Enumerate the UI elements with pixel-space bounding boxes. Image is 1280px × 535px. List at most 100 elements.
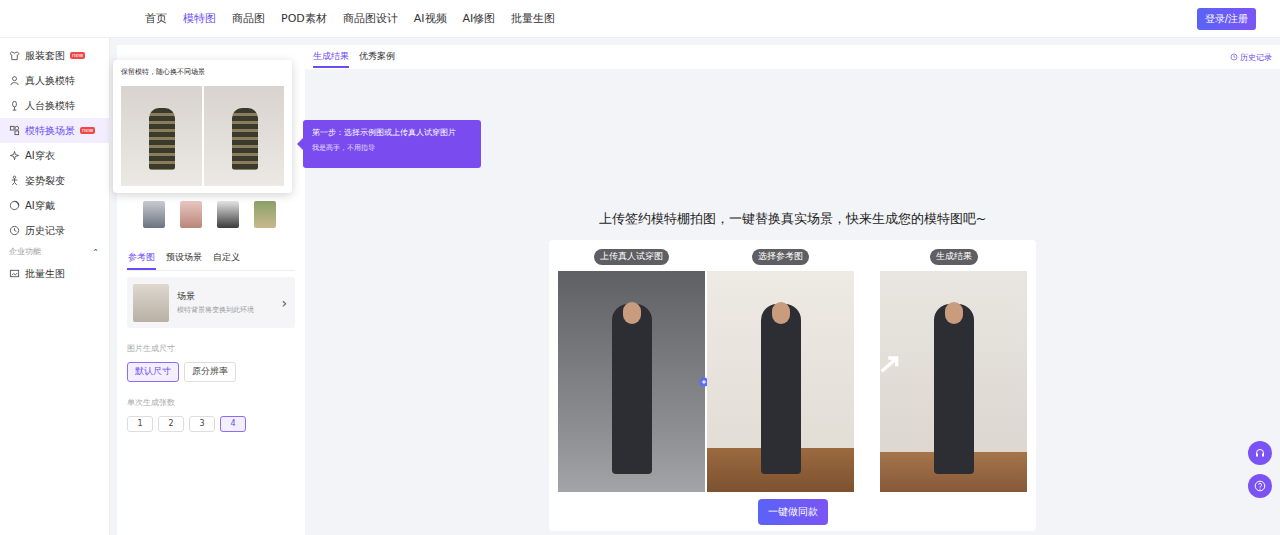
option-button[interactable]: 2 <box>158 416 184 432</box>
sidebar-item[interactable]: 服装套图 new <box>0 43 109 68</box>
example-thumb[interactable] <box>217 201 239 228</box>
option-button[interactable]: 原分辨率 <box>184 362 236 382</box>
demo-card: 上传真人试穿图 选择参考图 生成结果一键做同款 <box>549 240 1036 531</box>
field-label: 单次生成张数 <box>127 398 295 408</box>
result-tab[interactable]: 生成结果 <box>313 47 349 68</box>
option-button[interactable]: 4 <box>220 416 246 432</box>
step-label: 生成结果 <box>930 249 978 265</box>
model-figure <box>612 304 652 474</box>
sidebar-label[interactable]: AI穿戴 <box>25 199 55 213</box>
accessory-icon <box>9 200 20 211</box>
new-badge: new <box>70 52 85 60</box>
sidebar-item[interactable]: 历史记录 <box>0 218 109 243</box>
reference-tab[interactable]: 预设场景 <box>165 249 203 270</box>
guide-title: 保留模特，随心换不同场景 <box>121 67 284 77</box>
main-area: 生成结果优秀案例历史记录上传签约模特棚拍图，一键替换真实场景，快来生成您的模特图… <box>305 45 1280 535</box>
sidebar-label[interactable]: 真人换模特 <box>25 74 75 88</box>
image-icon <box>9 268 20 279</box>
option-button[interactable]: 默认尺寸 <box>127 362 179 382</box>
model-figure <box>934 304 974 474</box>
sidebar-label[interactable]: 人台换模特 <box>25 99 75 113</box>
demo-step: 选择参考图 <box>707 249 854 492</box>
step-label: 上传真人试穿图 <box>594 249 669 265</box>
sidebar-label[interactable]: 历史记录 <box>25 224 65 238</box>
guide-image <box>121 86 202 186</box>
nav-item[interactable]: AI视频 <box>414 8 447 29</box>
nav-item[interactable]: AI修图 <box>463 8 496 29</box>
result-tab[interactable]: 优秀案例 <box>359 47 395 68</box>
history-link[interactable]: 历史记录 <box>1230 52 1272 63</box>
header: 首页模特图商品图 POD素材商品图设计 AI视频 AI修图批量生图 登录/注册 <box>0 0 1280 38</box>
nav-item[interactable]: 批量生图 <box>511 8 555 29</box>
nav-item[interactable]: POD素材 <box>281 8 327 29</box>
demo-photo <box>880 271 1027 492</box>
example-thumb[interactable] <box>143 201 165 228</box>
sidebar-label[interactable]: 服装套图 <box>25 49 65 63</box>
sidebar-item[interactable]: 模特换场景 new <box>0 118 109 143</box>
sidebar-item[interactable]: AI穿衣 <box>0 143 109 168</box>
scene-title: 场景 <box>177 290 273 303</box>
option-button[interactable]: 3 <box>189 416 215 432</box>
help-button[interactable] <box>1248 474 1272 498</box>
sidebar-label[interactable]: 批量生图 <box>25 267 65 281</box>
guide-image <box>204 86 285 186</box>
guide-tooltip: 第一步：选择示例图或上传真人试穿图片我是高手，不用指导 <box>303 120 481 168</box>
scene-text: 场景模特背景将变换到此环境 <box>177 290 273 315</box>
nav-item[interactable]: 商品图设计 <box>343 8 398 29</box>
reference-tab[interactable]: 自定义 <box>212 249 241 270</box>
reference-tab[interactable]: 参考图 <box>127 249 156 270</box>
sidebar-label[interactable]: 姿势裂变 <box>25 174 65 188</box>
sidebar-item[interactable]: 人台换模特 <box>0 93 109 118</box>
demo-photo <box>558 271 705 492</box>
sidebar-label[interactable]: 模特换场景 <box>25 124 75 138</box>
demo-step: 生成结果 <box>880 249 1027 492</box>
sidebar-item[interactable]: 真人换模特 <box>0 68 109 93</box>
headset-icon <box>1254 447 1266 459</box>
collapse-toggle[interactable]: ⌃ <box>92 248 99 257</box>
question-icon <box>1254 480 1266 492</box>
demo-photo <box>707 271 854 492</box>
reference-tabs: 参考图预设场景自定义 <box>127 249 295 271</box>
scene-card[interactable]: 场景模特背景将变换到此环境 › <box>127 277 295 328</box>
sparkle-icon <box>9 150 20 161</box>
step-label: 选择参考图 <box>752 249 809 265</box>
clock-icon <box>9 225 20 236</box>
headline: 上传签约模特棚拍图，一键替换真实场景，快来生成您的模特图吧~ <box>599 210 987 228</box>
scene-desc: 模特背景将变换到此环境 <box>177 306 273 315</box>
model-figure <box>761 304 801 474</box>
size-options: 默认尺寸原分辨率 <box>127 362 295 382</box>
guide-card: 保留模特，随心换不同场景 <box>113 60 292 193</box>
sidebar-item[interactable]: 批量生图 <box>0 261 109 286</box>
mannequin-icon <box>9 100 20 111</box>
new-badge: new <box>80 127 95 135</box>
make-same-button[interactable]: 一键做同款 <box>758 499 828 525</box>
sidebar: 服装套图 new 真人换模特人台换模特模特换场景 new AI穿衣姿势裂变 AI穿戴历史记… <box>0 38 110 535</box>
demo-step: 上传真人试穿图 <box>558 249 705 492</box>
nav-item[interactable]: 首页 <box>145 8 167 29</box>
top-nav: 首页模特图商品图 POD素材商品图设计 AI视频 AI修图批量生图 <box>145 8 1197 29</box>
sidebar-item[interactable]: 姿势裂变 <box>0 168 109 193</box>
history-label[interactable]: 历史记录 <box>1240 52 1272 63</box>
count-options: 1234 <box>127 416 295 432</box>
shirt-icon <box>9 50 20 61</box>
skip-guide-link[interactable]: 我是高手，不用指导 <box>312 144 472 153</box>
chevron-icon[interactable]: › <box>281 295 287 311</box>
demo-steps: 上传真人试穿图 选择参考图 生成结果 <box>558 249 1027 492</box>
sidebar-label[interactable]: AI穿衣 <box>25 149 55 163</box>
person-icon <box>9 75 20 86</box>
section-label: 企业功能 <box>9 247 41 257</box>
tooltip-title: 第一步：选择示例图或上传真人试穿图片 <box>312 128 472 138</box>
example-thumb[interactable] <box>180 201 202 228</box>
field-label: 图片生成尺寸 <box>127 344 295 354</box>
nav-item[interactable]: 商品图 <box>232 8 265 29</box>
result-tabs: 生成结果优秀案例 历史记录 <box>305 45 1280 69</box>
example-thumbs <box>127 193 295 228</box>
clock-icon <box>1230 53 1238 61</box>
sidebar-item[interactable]: AI穿戴 <box>0 193 109 218</box>
login-button[interactable]: 登录/注册 <box>1197 8 1256 30</box>
nav-item[interactable]: 模特图 <box>183 8 216 29</box>
support-button[interactable] <box>1248 441 1272 465</box>
scene-icon <box>9 125 20 136</box>
option-button[interactable]: 1 <box>127 416 153 432</box>
example-thumb[interactable] <box>254 201 276 228</box>
